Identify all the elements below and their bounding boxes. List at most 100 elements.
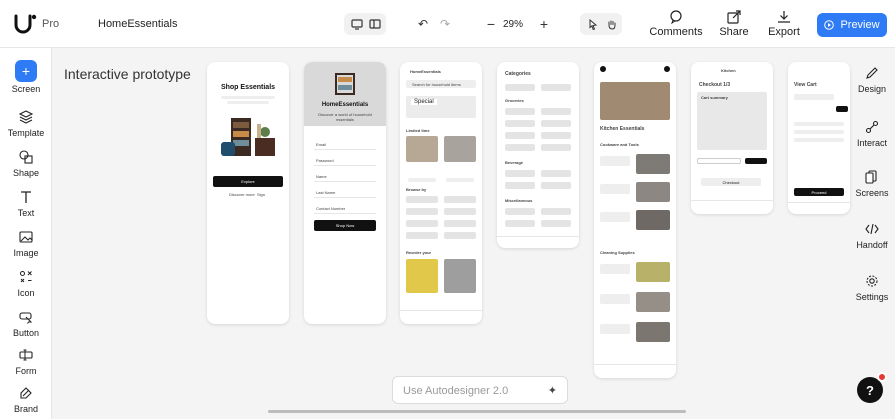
product-text <box>600 212 630 222</box>
rightbar-item-interact[interactable]: Interact <box>848 118 895 148</box>
add-button[interactable] <box>408 178 436 182</box>
hand-tool-icon[interactable] <box>602 15 620 33</box>
preview-button[interactable]: Preview <box>817 13 887 37</box>
category-chip[interactable] <box>406 196 438 203</box>
email-field[interactable]: Email <box>316 142 326 147</box>
export-button[interactable]: Export <box>756 10 812 38</box>
apply-button[interactable] <box>745 158 767 164</box>
category-chip[interactable] <box>505 170 535 177</box>
zoom-in-icon[interactable]: + <box>535 15 553 33</box>
category-chip[interactable] <box>505 208 535 215</box>
category-chip[interactable] <box>505 144 535 151</box>
section-title: Cleaning Supplies <box>600 250 635 255</box>
category-chip[interactable] <box>505 182 535 189</box>
sidebar-item-button[interactable]: Button <box>0 308 52 338</box>
horizontal-scrollbar[interactable] <box>268 410 686 413</box>
zoom-out-icon[interactable]: − <box>482 15 500 33</box>
proceed-button[interactable]: Proceed <box>794 188 844 196</box>
password-field[interactable]: Password <box>316 158 334 163</box>
category-chip[interactable] <box>505 220 535 227</box>
pen-icon <box>863 64 881 82</box>
split-view-icon[interactable] <box>366 15 384 33</box>
product-image[interactable] <box>444 136 476 162</box>
category-chip[interactable] <box>541 182 571 189</box>
search-placeholder: Search for household items <box>412 82 461 87</box>
undo-icon[interactable]: ↶ <box>414 15 432 33</box>
category-chip[interactable] <box>444 208 476 215</box>
category-chip[interactable] <box>444 232 476 239</box>
summary-line <box>794 122 844 126</box>
shop-now-button[interactable]: Shop Now <box>314 220 376 231</box>
name-field[interactable]: Name <box>316 174 327 179</box>
discount-input[interactable] <box>697 158 741 164</box>
product-image[interactable] <box>406 136 438 162</box>
category-chip[interactable] <box>541 120 571 127</box>
category-chip[interactable] <box>541 108 571 115</box>
product-image[interactable] <box>636 182 670 202</box>
category-chip[interactable] <box>406 208 438 215</box>
desktop-view-icon[interactable] <box>348 15 366 33</box>
zoom-level[interactable]: 29% <box>503 19 523 30</box>
redo-icon[interactable]: ↷ <box>436 15 454 33</box>
category-chip[interactable] <box>444 196 476 203</box>
special-banner[interactable]: Special <box>406 96 476 118</box>
sidebar-item-icon[interactable]: Icon <box>0 268 52 298</box>
sidebar-item-brand[interactable]: Brand <box>0 384 52 414</box>
category-chip[interactable] <box>505 120 535 127</box>
app-logo-icon[interactable] <box>12 12 38 36</box>
screen-thumbnail-7[interactable]: View Cart Proceed <box>788 62 850 214</box>
sidebar-item-image[interactable]: Image <box>0 228 52 258</box>
explore-button[interactable]: Explore <box>213 176 283 187</box>
pointer-tool-icon[interactable] <box>584 15 602 33</box>
comments-button[interactable]: Comments <box>648 10 704 38</box>
screen-thumbnail-2[interactable]: HomeEssentials Discover a world of house… <box>304 62 386 324</box>
category-chip[interactable] <box>541 132 571 139</box>
product-image[interactable] <box>636 154 670 174</box>
category-chip[interactable] <box>406 232 438 239</box>
contact-number-field[interactable]: Contact Number <box>316 206 345 211</box>
project-name[interactable]: HomeEssentials <box>98 18 177 30</box>
category-chip[interactable] <box>541 220 571 227</box>
product-image[interactable] <box>636 322 670 342</box>
rightbar-item-handoff[interactable]: Handoff <box>848 220 895 250</box>
share-button[interactable]: Share <box>706 10 762 38</box>
add-button[interactable] <box>446 178 474 182</box>
product-image[interactable] <box>444 259 476 293</box>
screen-thumbnail-1[interactable]: Shop Essentials Explore Discover more Si… <box>207 62 289 324</box>
rightbar-item-screens[interactable]: Screens <box>848 168 895 198</box>
rightbar-item-design[interactable]: Design <box>848 64 895 94</box>
product-image[interactable] <box>636 210 670 230</box>
left-toolbar: + Screen Template Shape Text Image Icon … <box>0 48 52 419</box>
screen-thumbnail-3[interactable]: HomeEssentials Search for household item… <box>400 62 482 324</box>
last-name-field[interactable]: Last Name <box>316 190 335 195</box>
category-chip[interactable] <box>505 84 535 91</box>
avatar[interactable] <box>600 66 606 72</box>
sidebar-item-shape[interactable]: Shape <box>0 148 52 178</box>
search-bar[interactable]: Search for household items <box>406 80 476 88</box>
category-chip[interactable] <box>541 170 571 177</box>
section-title: Limited time <box>406 128 430 133</box>
category-chip[interactable] <box>505 132 535 139</box>
category-chip[interactable] <box>541 84 571 91</box>
sidebar-item-text[interactable]: Text <box>0 188 52 218</box>
autodesigner-input[interactable]: Use Autodesigner 2.0 ✦ <box>392 376 568 404</box>
product-image[interactable] <box>636 262 670 282</box>
screen-thumbnail-4[interactable]: Categories Groceries Beverage Miscellane… <box>497 62 579 248</box>
category-chip[interactable] <box>406 220 438 227</box>
rightbar-item-settings[interactable]: Settings <box>848 272 895 302</box>
proceed-label: Proceed <box>811 190 827 195</box>
product-image[interactable] <box>636 292 670 312</box>
category-chip[interactable] <box>541 208 571 215</box>
category-chip[interactable] <box>541 144 571 151</box>
product-image[interactable] <box>406 259 438 293</box>
screen-thumbnail-5[interactable]: Kitchen Essentials Cookware and Tools Cl… <box>594 62 676 378</box>
category-chip[interactable] <box>505 108 535 115</box>
checkout-button[interactable]: Checkout <box>701 178 761 186</box>
quantity-stepper[interactable] <box>836 106 848 112</box>
sidebar-item-form[interactable]: Form <box>0 346 52 376</box>
category-chip[interactable] <box>444 220 476 227</box>
sidebar-item-screen[interactable]: + Screen <box>0 60 52 94</box>
search-icon[interactable] <box>664 66 670 72</box>
screen-thumbnail-6[interactable]: Kitchen Checkout 1/3 Cart summary Checko… <box>691 62 773 214</box>
sidebar-item-template[interactable]: Template <box>0 108 52 138</box>
